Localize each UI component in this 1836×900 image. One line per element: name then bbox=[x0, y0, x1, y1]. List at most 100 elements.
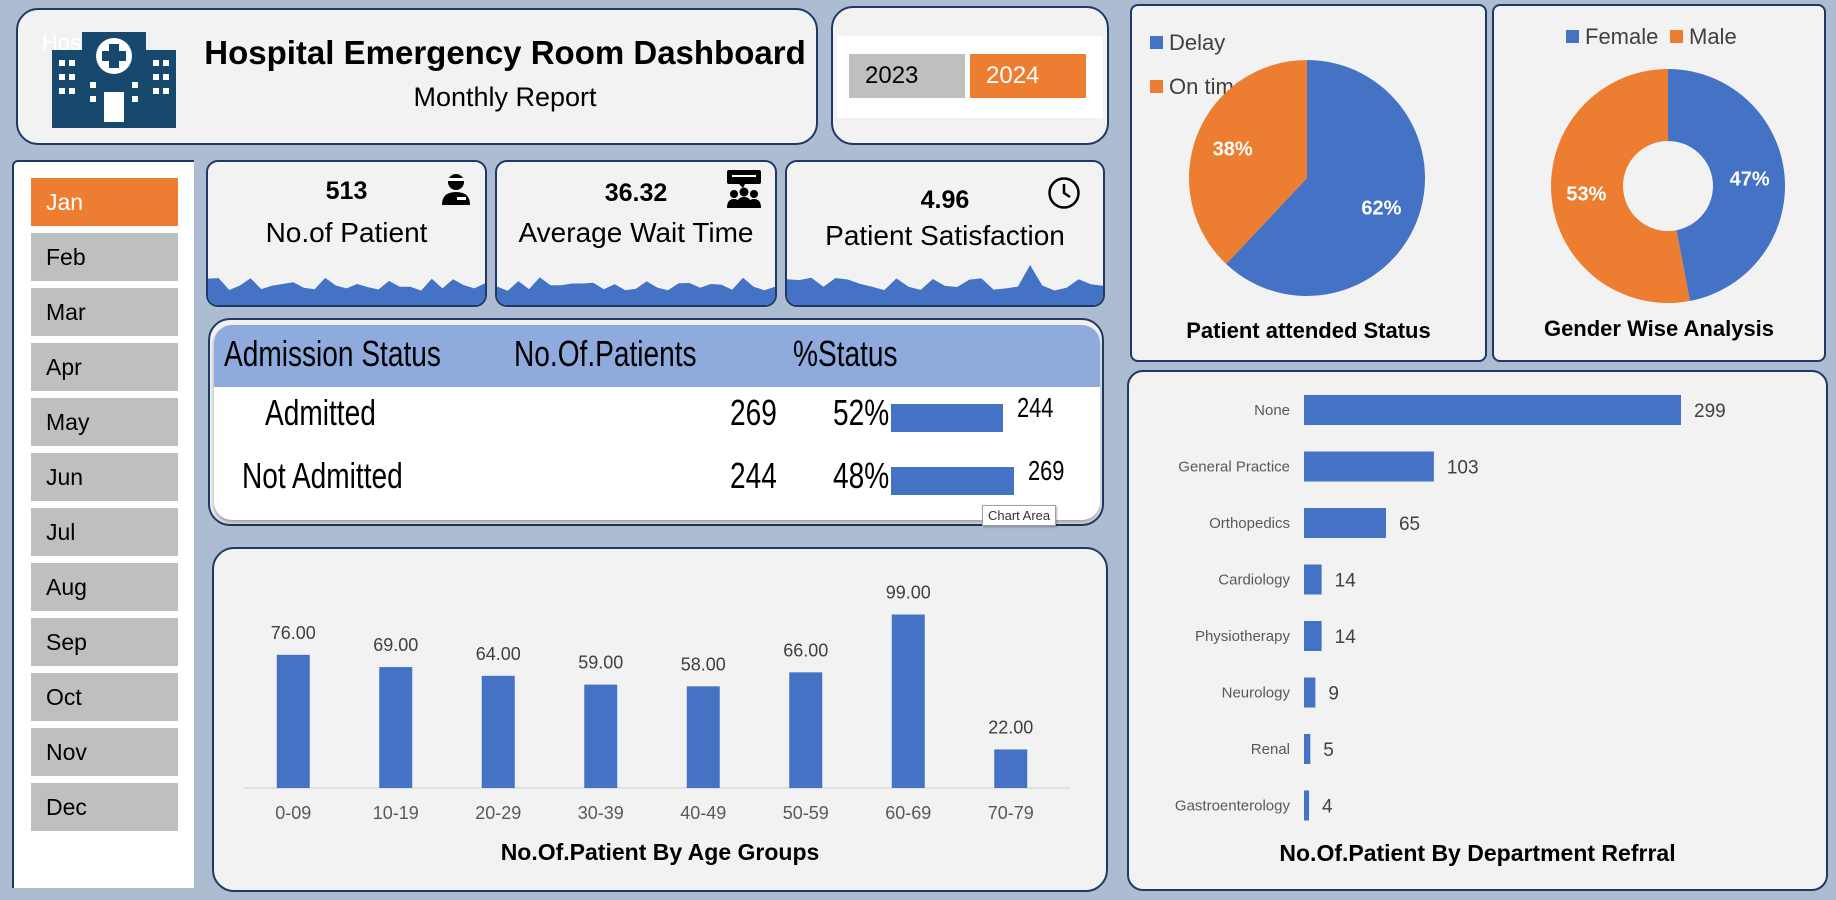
month-button-jun[interactable]: Jun bbox=[31, 453, 178, 501]
dept-value-physiotherapy: 14 bbox=[1335, 627, 1357, 648]
admission-table-body: Admission Status No.Of.Patients %Status … bbox=[214, 325, 1100, 520]
kpi-sparkline-satisfaction bbox=[787, 265, 1103, 305]
age-bar-10-19 bbox=[379, 667, 413, 788]
kpi-sparkline-patients bbox=[208, 277, 485, 305]
status-slice-label-delay: 62% bbox=[1361, 197, 1401, 219]
gender-slice-label-female: 47% bbox=[1730, 168, 1770, 190]
dept-value-neurology: 9 bbox=[1328, 684, 1339, 705]
admitted-bar bbox=[891, 404, 1003, 432]
age-bar-70-79 bbox=[994, 749, 1028, 788]
kpi-card-wait-time: 36.32 Average Wait Time bbox=[495, 160, 777, 307]
month-button-jan[interactable]: Jan bbox=[31, 178, 178, 226]
dept-bar-orthopedics bbox=[1304, 508, 1386, 538]
month-button-nov[interactable]: Nov bbox=[31, 728, 178, 776]
age-group-chart-panel: 76.00 0-09 69.00 10-19 64.00 20-29 59.00 30-39 5… bbox=[212, 547, 1108, 892]
kpi-label-patients: No.of Patient bbox=[265, 217, 428, 248]
clock-icon bbox=[1048, 177, 1080, 209]
age-bar-40-49 bbox=[686, 686, 720, 788]
month-button-sep[interactable]: Sep bbox=[31, 618, 178, 666]
year-button-2024[interactable]: 2024 bbox=[970, 54, 1086, 98]
dept-tick-gastroenterology: Gastroenterology bbox=[1175, 798, 1291, 815]
chart-area-tooltip: Chart Area bbox=[982, 505, 1057, 526]
dept-tick-orthopedics: Orthopedics bbox=[1209, 515, 1290, 532]
patient-icon bbox=[442, 174, 470, 205]
logo-text-fragment: Hos bbox=[42, 30, 82, 55]
age-bar-20-29 bbox=[481, 675, 515, 788]
column-header-patients: No.Of.Patients bbox=[514, 333, 697, 374]
month-slicer: Jan Feb Mar Apr May Jun Jul Aug Sep Oct Nov Dec bbox=[12, 160, 194, 888]
dept-tick-none: None bbox=[1254, 402, 1290, 419]
month-button-feb[interactable]: Feb bbox=[31, 233, 178, 281]
waiting-group-icon bbox=[727, 170, 761, 208]
month-button-mar[interactable]: Mar bbox=[31, 288, 178, 336]
attended-status-pie: 62% 38% bbox=[1189, 60, 1425, 296]
kpi-card-satisfaction: 4.96 Patient Satisfaction bbox=[785, 160, 1105, 307]
dept-value-cardiology: 14 bbox=[1335, 571, 1357, 592]
age-chart-title: No.Of.Patient By Age Groups bbox=[500, 839, 820, 865]
not-admitted-bar bbox=[891, 467, 1014, 495]
dept-bar-cardiology bbox=[1304, 564, 1322, 595]
not-admitted-bar-label: 269 bbox=[1028, 455, 1065, 486]
dept-bar-neurology bbox=[1304, 677, 1316, 708]
dashboard-header: Hos Hospital Emergency Room Dashboard Mo… bbox=[16, 8, 818, 145]
dept-tick-renal: Renal bbox=[1251, 741, 1290, 758]
age-tick-50-59: 50-59 bbox=[783, 803, 829, 823]
month-button-may[interactable]: May bbox=[31, 398, 178, 446]
row-not-admitted-status: Not Admitted bbox=[242, 455, 403, 496]
kpi-card-patients: 513 No.of Patient bbox=[206, 160, 487, 307]
dept-tick-cardiology: Cardiology bbox=[1218, 572, 1290, 589]
row-admitted-patients: 269 bbox=[730, 392, 777, 433]
row-admitted-status: Admitted bbox=[265, 392, 376, 433]
age-bar-label-30-39: 59.00 bbox=[578, 653, 623, 673]
age-tick-10-19: 10-19 bbox=[373, 803, 419, 823]
age-bar-30-39 bbox=[584, 684, 618, 788]
row-admitted-percent: 52% bbox=[833, 392, 890, 433]
dept-tick-physiotherapy: Physiotherapy bbox=[1195, 628, 1291, 645]
age-bar-label-50-59: 66.00 bbox=[783, 640, 828, 660]
month-button-dec[interactable]: Dec bbox=[31, 783, 178, 831]
dept-bar-renal bbox=[1304, 734, 1311, 764]
age-bar-label-10-19: 69.00 bbox=[373, 635, 418, 655]
column-header-percent: %Status bbox=[793, 333, 898, 374]
row-not-admitted-patients: 244 bbox=[730, 455, 777, 496]
month-button-oct[interactable]: Oct bbox=[31, 673, 178, 721]
attended-status-chart-panel: Delay On time 62% 38% Patient attended St… bbox=[1130, 4, 1487, 362]
department-chart-title: No.Of.Patient By Department Refrral bbox=[1279, 840, 1676, 866]
gender-chart-title: Gender Wise Analysis bbox=[1543, 316, 1775, 341]
age-tick-30-39: 30-39 bbox=[578, 803, 624, 823]
page-title: Hospital Emergency Room Dashboard bbox=[204, 34, 806, 71]
dept-bar-none bbox=[1304, 395, 1681, 425]
gender-slice-label-male: 53% bbox=[1566, 184, 1606, 206]
month-button-apr[interactable]: Apr bbox=[31, 343, 178, 391]
dept-value-orthopedics: 65 bbox=[1399, 514, 1420, 535]
month-button-jul[interactable]: Jul bbox=[31, 508, 178, 556]
dept-tick-neurology: Neurology bbox=[1222, 685, 1291, 702]
kpi-sparkline-wait-time bbox=[497, 277, 775, 305]
attended-status-title: Patient attended Status bbox=[1186, 318, 1431, 343]
department-referral-chart: 299 None 103 General Practice 65 Orthopedics 1… bbox=[1175, 395, 1726, 821]
dept-bar-physiotherapy bbox=[1304, 621, 1322, 651]
age-bar-label-20-29: 64.00 bbox=[476, 644, 521, 664]
age-bar-0-09 bbox=[276, 654, 310, 788]
gender-chart-panel: Female Male 47% 53% Gender Wise Analysis bbox=[1492, 4, 1826, 362]
row-not-admitted-percent: 48% bbox=[833, 455, 890, 496]
dept-bar-general-practice bbox=[1304, 451, 1434, 482]
kpi-label-wait-time: Average Wait Time bbox=[518, 217, 754, 248]
age-tick-0-09: 0-09 bbox=[275, 803, 311, 823]
dept-value-renal: 5 bbox=[1323, 740, 1334, 761]
dept-value-gastroenterology: 4 bbox=[1322, 797, 1333, 818]
age-bar-label-40-49: 58.00 bbox=[681, 654, 726, 674]
kpi-label-satisfaction: Patient Satisfaction bbox=[825, 220, 1065, 251]
admission-status-table: Admission Status No.Of.Patients %Status … bbox=[208, 318, 1104, 526]
age-bar-60-69 bbox=[891, 614, 925, 788]
department-referral-chart-panel: 299 None 103 General Practice 65 Orthopedics 1… bbox=[1127, 370, 1828, 891]
month-button-aug[interactable]: Aug bbox=[31, 563, 178, 611]
dept-bar-gastroenterology bbox=[1304, 790, 1310, 821]
age-tick-70-79: 70-79 bbox=[988, 803, 1034, 823]
year-button-2023[interactable]: 2023 bbox=[849, 54, 965, 98]
status-slice-label-on-time: 38% bbox=[1213, 139, 1253, 161]
age-tick-60-69: 60-69 bbox=[885, 803, 931, 823]
column-header-status: Admission Status bbox=[224, 333, 441, 374]
page-subtitle: Monthly Report bbox=[413, 82, 597, 112]
gender-donut: 47% 53% bbox=[1551, 69, 1785, 303]
